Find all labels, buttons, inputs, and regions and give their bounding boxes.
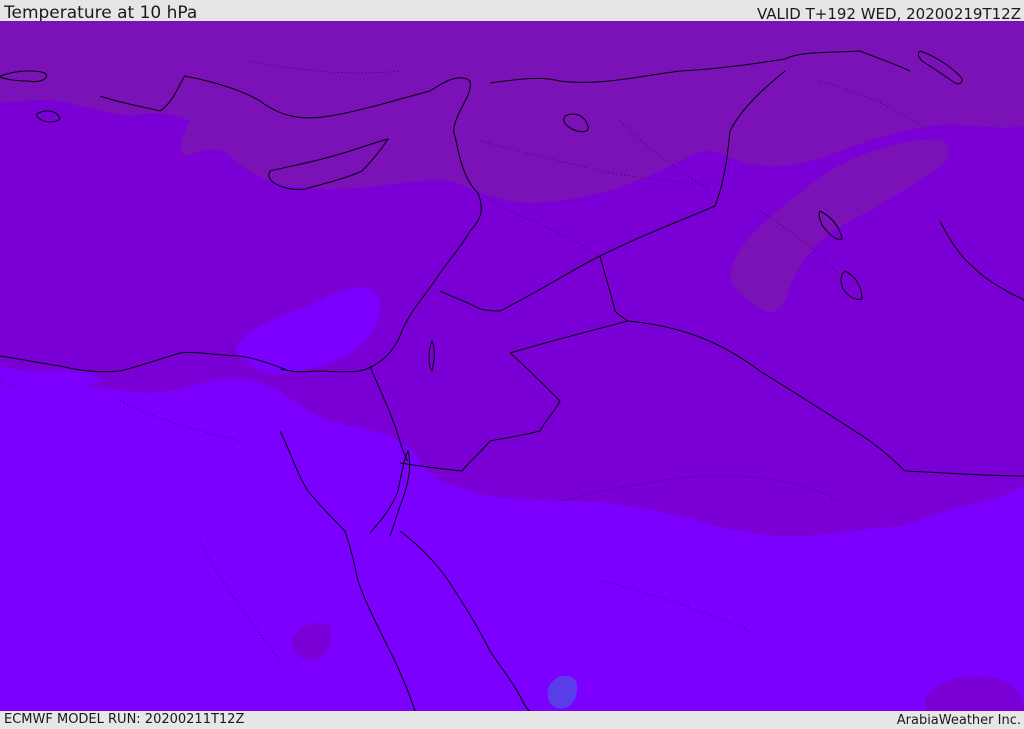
header-bar: Temperature at 10 hPa VALID T+192 WED, 2… [0,0,1024,23]
map-canvas [0,21,1024,711]
credit-label: ArabiaWeather Inc. [896,713,1021,728]
map-title: Temperature at 10 hPa [4,3,198,23]
model-run-label: ECMWF MODEL RUN: 20200211T12Z [4,712,245,727]
weather-map[interactable] [0,21,1024,711]
